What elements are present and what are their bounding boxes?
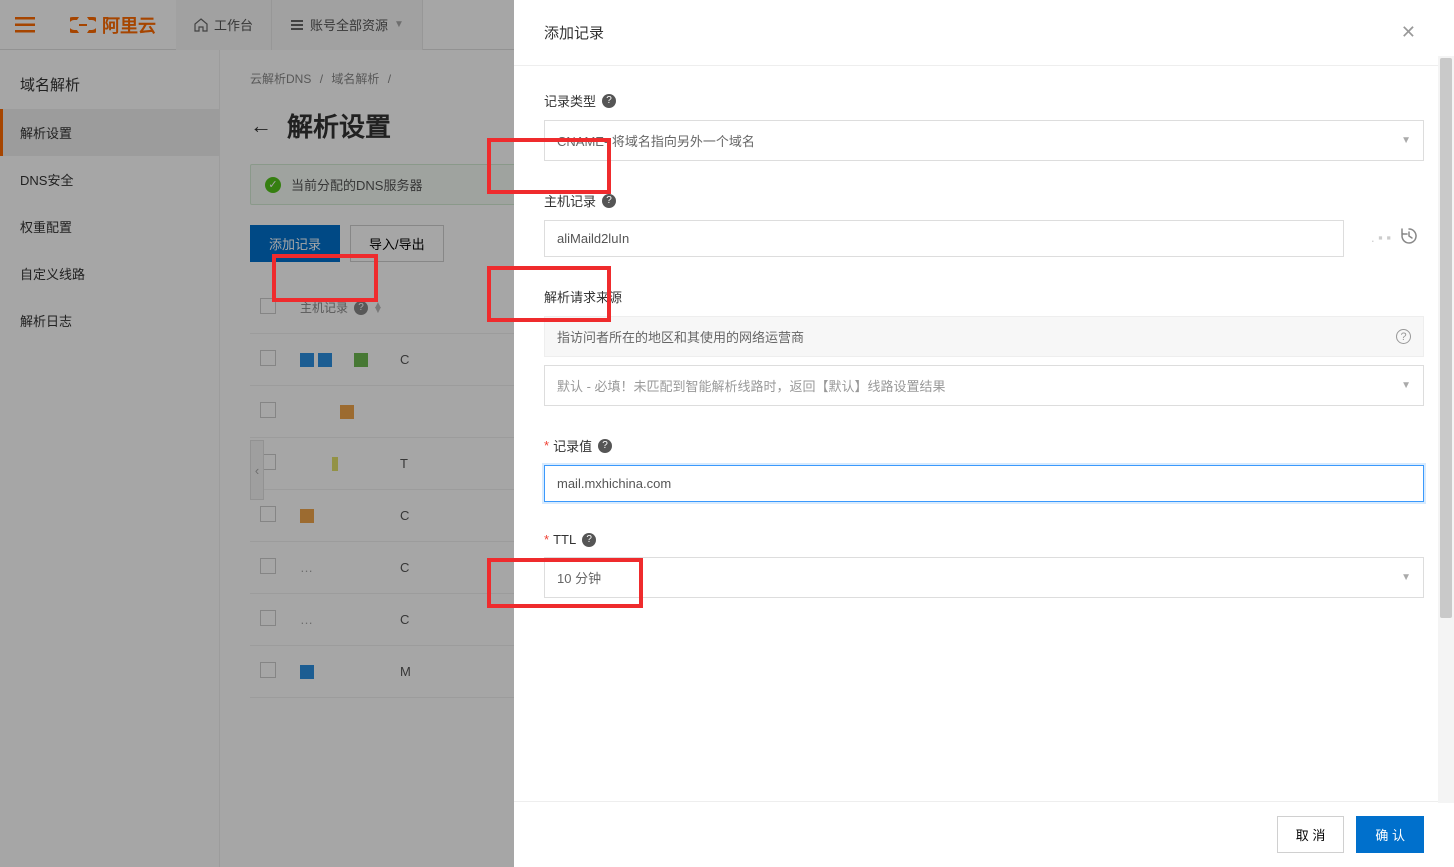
cancel-label: 取 消 bbox=[1296, 828, 1326, 843]
ttl-select[interactable]: 10 分钟 ▼ bbox=[544, 557, 1424, 598]
host-label: 主机记录 ? bbox=[544, 191, 1344, 210]
field-host: 主机记录 ? . ▪ ▪ bbox=[544, 191, 1344, 257]
chevron-down-icon: ▼ bbox=[1401, 380, 1411, 391]
required-star: * bbox=[544, 438, 549, 453]
help-icon[interactable]: ? bbox=[602, 94, 616, 108]
record-type-label: 记录类型 ? bbox=[544, 91, 1424, 110]
cancel-button[interactable]: 取 消 bbox=[1277, 816, 1345, 853]
value-input[interactable] bbox=[557, 476, 1411, 491]
ttl-label: * TTL ? bbox=[544, 532, 1424, 547]
field-source: 解析请求来源 指访问者所在的地区和其使用的网络运营商 ? 默认 - 必填！未匹配… bbox=[544, 287, 1424, 406]
select-value: 10 分钟 bbox=[557, 568, 601, 587]
label-text: 记录类型 bbox=[544, 91, 596, 110]
host-input[interactable] bbox=[557, 231, 1331, 246]
help-circle-icon[interactable]: ? bbox=[1396, 329, 1411, 344]
field-value: * 记录值 ? bbox=[544, 436, 1424, 502]
domain-suffix: . ▪ ▪ bbox=[1371, 230, 1391, 245]
help-icon[interactable]: ? bbox=[602, 194, 616, 208]
confirm-label: 确 认 bbox=[1375, 828, 1405, 843]
source-info: 指访问者所在的地区和其使用的网络运营商 ? bbox=[544, 316, 1424, 357]
host-input-wrap bbox=[544, 220, 1344, 257]
drawer-header: 添加记录 ✕ bbox=[514, 0, 1454, 66]
label-text: 主机记录 bbox=[544, 191, 596, 210]
chevron-down-icon: ▼ bbox=[1401, 572, 1411, 583]
label-text: TTL bbox=[553, 532, 576, 547]
history-icon[interactable] bbox=[1399, 226, 1419, 249]
scrollbar-thumb[interactable] bbox=[1440, 58, 1452, 618]
select-value: 默认 - 必填！未匹配到智能解析线路时，返回【默认】线路设置结果 bbox=[557, 376, 946, 395]
field-record-type: 记录类型 ? CNAME- 将域名指向另外一个域名 ▼ bbox=[544, 91, 1424, 161]
drawer-footer: 取 消 确 认 bbox=[514, 801, 1454, 867]
source-label: 解析请求来源 bbox=[544, 287, 1424, 306]
help-icon[interactable]: ? bbox=[582, 533, 596, 547]
drawer-title: 添加记录 bbox=[544, 22, 1393, 43]
value-label: * 记录值 ? bbox=[544, 436, 1424, 455]
value-input-wrap bbox=[544, 465, 1424, 502]
label-text: 解析请求来源 bbox=[544, 287, 622, 306]
field-ttl: * TTL ? 10 分钟 ▼ bbox=[544, 532, 1424, 598]
add-record-drawer: 添加记录 ✕ 记录类型 ? CNAME- 将域名指向另外一个域名 ▼ 主机记录 … bbox=[514, 0, 1454, 867]
help-icon[interactable]: ? bbox=[598, 439, 612, 453]
close-icon[interactable]: ✕ bbox=[1393, 18, 1424, 47]
drawer-scrollbar[interactable] bbox=[1438, 56, 1454, 803]
record-type-select[interactable]: CNAME- 将域名指向另外一个域名 ▼ bbox=[544, 120, 1424, 161]
select-value: CNAME- 将域名指向另外一个域名 bbox=[557, 131, 755, 150]
source-select[interactable]: 默认 - 必填！未匹配到智能解析线路时，返回【默认】线路设置结果 ▼ bbox=[544, 365, 1424, 406]
confirm-button[interactable]: 确 认 bbox=[1356, 816, 1424, 853]
chevron-down-icon: ▼ bbox=[1401, 135, 1411, 146]
label-text: 记录值 bbox=[553, 436, 592, 455]
drawer-body: 记录类型 ? CNAME- 将域名指向另外一个域名 ▼ 主机记录 ? . ▪ ▪ bbox=[514, 66, 1454, 801]
source-info-text: 指访问者所在的地区和其使用的网络运营商 bbox=[557, 327, 1396, 346]
required-star: * bbox=[544, 532, 549, 547]
